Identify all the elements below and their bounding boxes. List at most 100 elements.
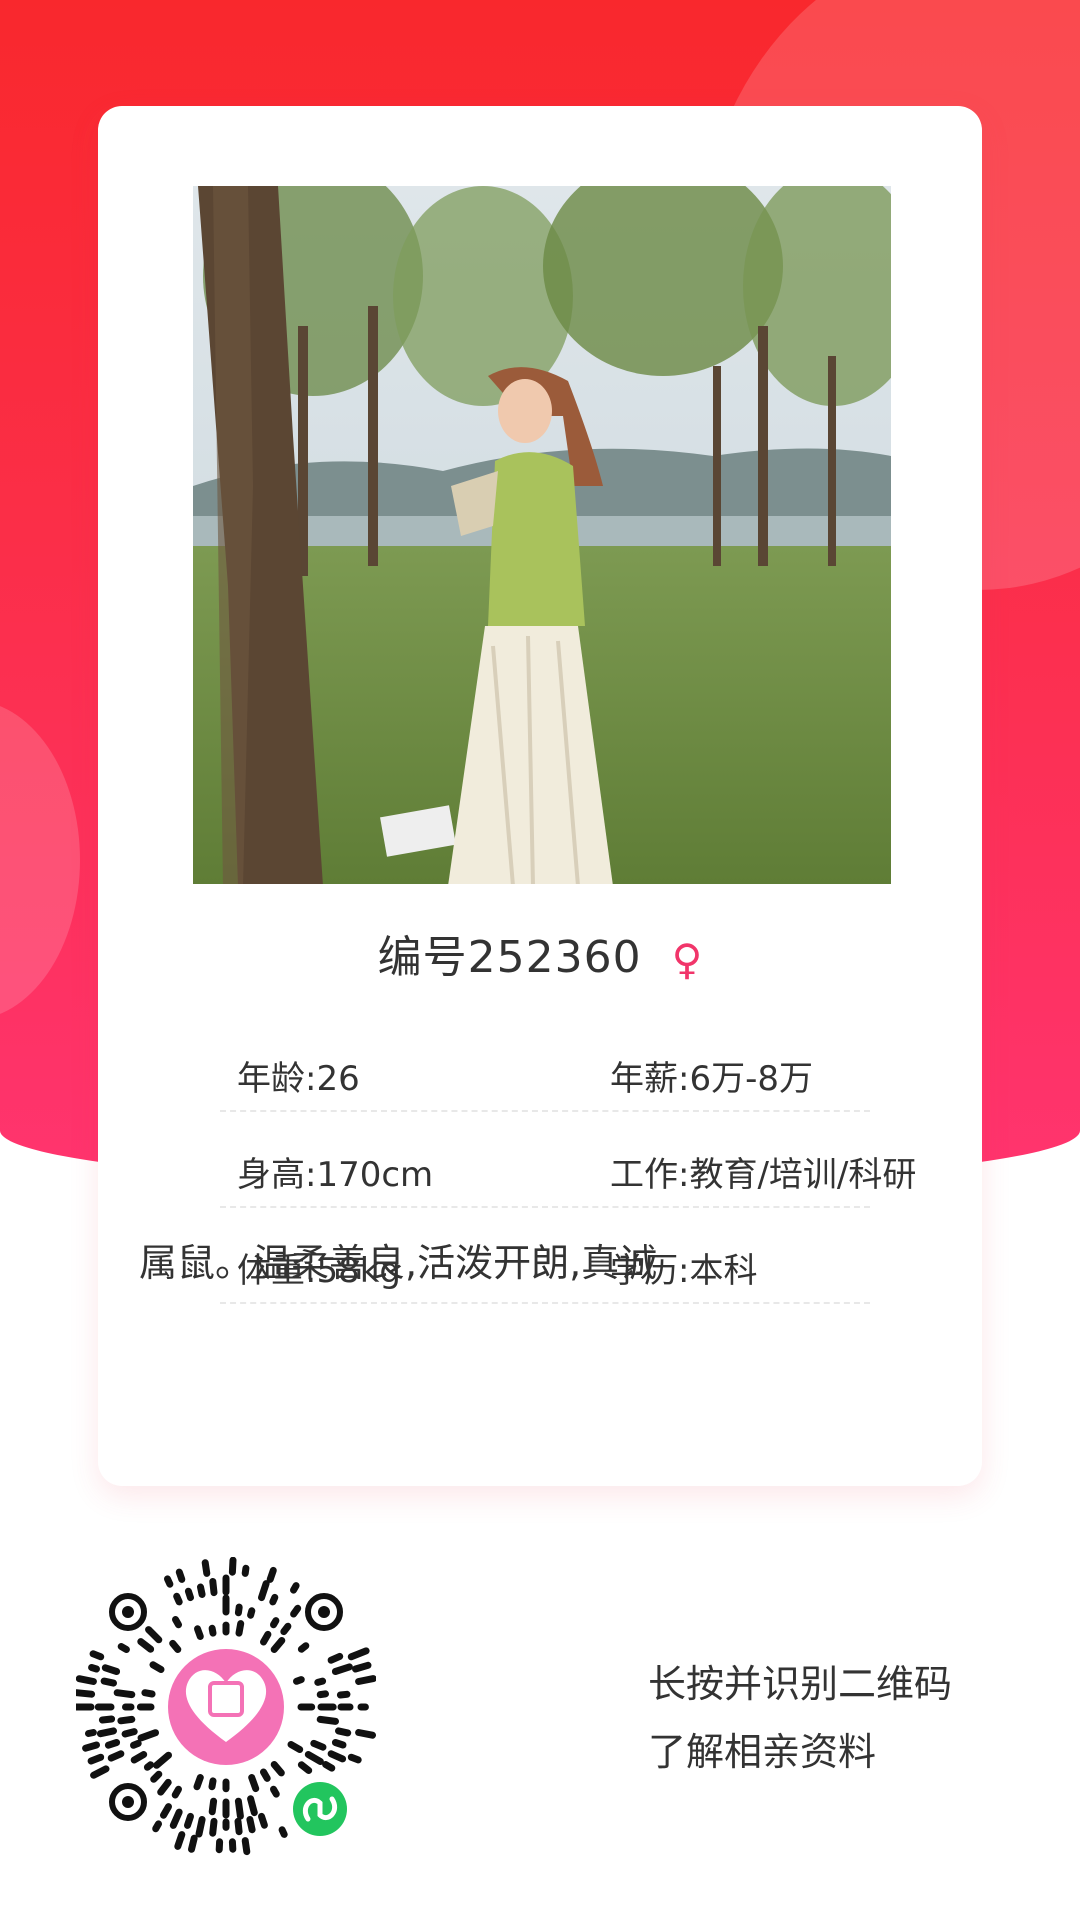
qr-code-module [164,1575,174,1588]
qr-code-module [304,1751,324,1765]
qr-code-module [270,1617,280,1629]
qr-code-module [113,1689,136,1699]
qr-code-module [172,1616,182,1629]
qr-code-module [157,1778,172,1796]
qr-code-module [270,1785,280,1798]
info-row: 年龄:26 年薪:6万-8万 [220,1016,870,1112]
qr-code-module [247,1607,256,1619]
qr-code[interactable] [72,1556,377,1857]
qr-code-module [247,1795,258,1817]
qr-code-module [184,1812,194,1829]
qr-code-module [355,1675,377,1685]
qr-code-module [290,1582,300,1594]
profile-photo-image [193,186,891,884]
qr-code-module [75,1675,97,1685]
qr-code-module [96,1727,117,1738]
female-icon: ♀ [671,935,703,984]
qr-code-module [137,1729,159,1742]
qr-code-module [241,1564,250,1577]
qr-code-module [208,1624,217,1637]
qr-code-module [293,1676,305,1685]
qr-code-module [314,1677,327,1686]
qr-code-module [208,1777,217,1791]
qr-code-module [352,1661,372,1673]
qr-code-module [209,1817,218,1837]
qr-code-module [335,1727,352,1737]
profile-photo[interactable] [193,186,891,884]
qr-code-module [88,1664,100,1673]
qr-code-module [160,1803,172,1819]
qr-code-module [85,1729,97,1737]
qr-code-module [234,1797,244,1820]
qr-code-module [130,1739,142,1749]
profile-title-row: 编号252360 ♀ [98,921,982,984]
qr-code-module [188,1834,198,1853]
info-row: 身高:170cm 工作:教育/培训/科研 [220,1112,916,1208]
qr-code-module [87,1753,105,1765]
job-field: 工作:教育/培训/科研 [610,1155,917,1195]
qr-code-module [316,1715,339,1725]
qr-code-module [130,1751,148,1764]
qr-code-module [145,1626,163,1644]
height-field: 身高:170cm [237,1155,434,1195]
qr-code-module [270,1761,285,1777]
qr-code-module [194,1625,204,1640]
qr-code-module [260,1630,272,1646]
qr-code-module [278,1826,288,1838]
qr-code-module [100,1677,117,1687]
age-field: 年龄:26 [237,1059,360,1099]
scan-instruction-line1: 长按并识别二维码 [648,1662,953,1706]
qr-code-module [121,1728,138,1738]
qr-code-module [149,1661,165,1673]
qr-code-module [290,1604,302,1618]
qr-code-module [258,1812,268,1829]
qr-code-module [73,1689,96,1698]
qr-code-module [248,1774,260,1793]
qr-code-graphic [72,1556,377,1856]
qr-code-module [143,1761,155,1771]
qr-code-module [280,1622,292,1636]
qr-code-module [150,1770,163,1783]
qr-code-module [297,1642,310,1653]
qr-code-module [235,1620,245,1637]
qr-code-module [117,1643,130,1653]
qr-code-module [197,1583,206,1598]
qr-code-module [322,1761,336,1772]
qr-code-module [246,1816,256,1834]
qr-code-module [107,1750,125,1762]
qr-code-module [137,1638,155,1653]
profile-number-title: 编号252360 [377,932,642,983]
decorative-circle [0,700,80,1020]
qr-code-module [347,1647,370,1661]
qr-code-module [152,1820,162,1833]
qr-code-module [234,1817,243,1836]
qr-code-module [101,1664,121,1675]
scan-instruction: 长按并识别二维码 了解相亲资料 [648,1650,952,1786]
qr-code-module [208,1797,218,1816]
qr-code-module [269,1593,279,1606]
qr-code-module [104,1739,121,1749]
qr-code-module [153,1751,172,1769]
qr-code-module [331,1739,347,1749]
qr-code-module [90,1765,110,1779]
qr-code-module [331,1663,353,1675]
qr-code-module [316,1690,329,1699]
qr-code-module [241,1837,251,1856]
qr-code-module [184,1587,194,1602]
qr-code-module [310,1739,327,1751]
qr-code-module [297,1761,313,1774]
qr-code-module [195,1816,206,1838]
qr-code-module [327,1750,347,1763]
qr-code-module [234,1603,243,1617]
qr-code-module [174,1831,186,1850]
qr-code-module [336,1690,351,1699]
salary-field: 年薪:6万-8万 [610,1059,813,1099]
qr-code-module [141,1689,156,1698]
qr-code-module [117,1715,136,1725]
qr-code-module [270,1637,286,1653]
qr-code-module [327,1652,344,1664]
qr-code-module [258,1580,270,1602]
qr-code-module [175,1568,186,1583]
qr-code-module [98,1715,116,1724]
qr-code-module [89,1650,105,1661]
